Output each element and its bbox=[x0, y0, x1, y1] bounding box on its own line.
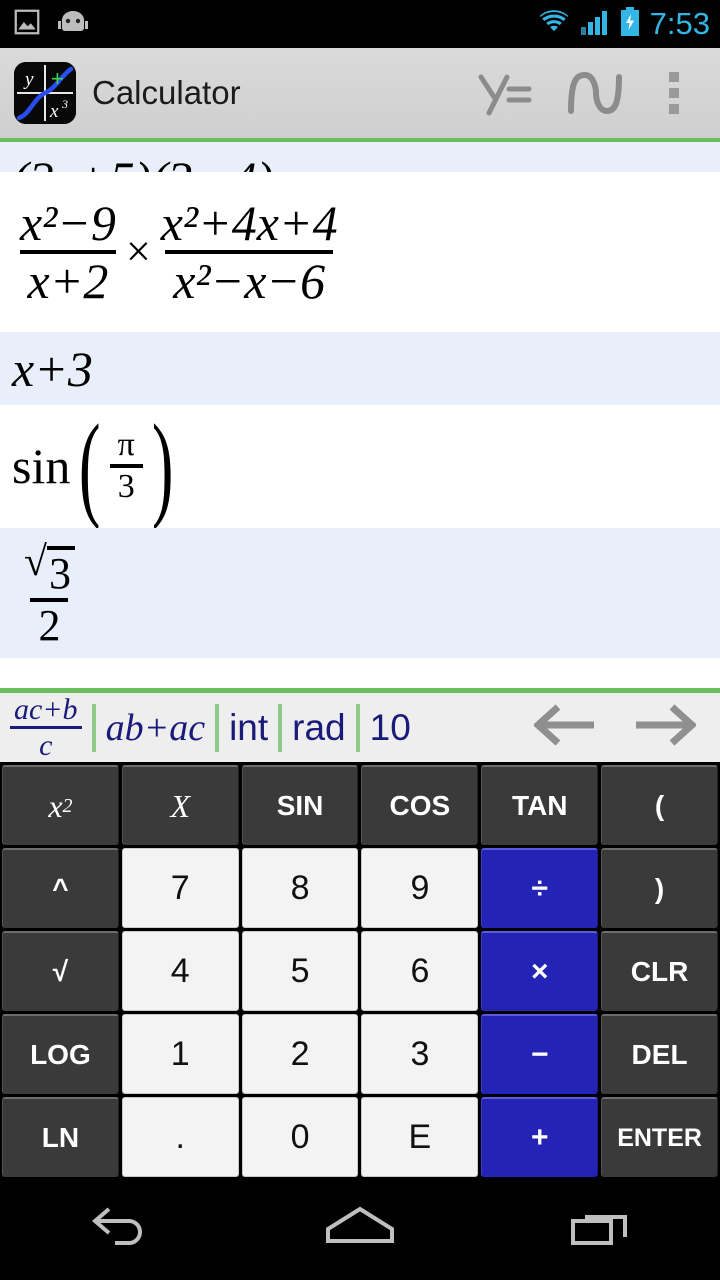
key-6[interactable]: 6 bbox=[361, 931, 479, 1011]
mode-separator bbox=[215, 703, 220, 752]
list-item[interactable]: √ 3 2 bbox=[0, 528, 720, 658]
image-icon bbox=[12, 7, 42, 42]
angle-mode-toggle[interactable]: rad bbox=[292, 707, 345, 749]
keypad-row: √ 4 5 6 × CLR bbox=[2, 931, 718, 1011]
key-minus[interactable]: − bbox=[481, 1014, 599, 1094]
status-bar: 7:53 bbox=[0, 0, 720, 48]
key-multiply[interactable]: × bbox=[481, 931, 599, 1011]
nav-back-button[interactable] bbox=[45, 1182, 195, 1270]
list-item[interactable]: x+3 bbox=[0, 332, 720, 405]
keypad-row: x2 X SIN COS TAN ( bbox=[2, 765, 718, 845]
mode-separator bbox=[91, 703, 96, 752]
key-plus[interactable]: + bbox=[481, 1097, 599, 1177]
list-item[interactable]: sin ( π 3 ) bbox=[0, 405, 720, 528]
key-power[interactable]: ^ bbox=[2, 848, 119, 928]
battery-charging-icon bbox=[619, 6, 641, 42]
key-9[interactable]: 9 bbox=[361, 848, 479, 928]
mode-separator bbox=[278, 703, 283, 752]
sqrt-denominator: 2 bbox=[30, 597, 69, 648]
key-open-paren[interactable]: ( bbox=[601, 765, 718, 845]
keypad-row: LOG 1 2 3 − DEL bbox=[2, 1014, 718, 1094]
arrow-right-icon[interactable] bbox=[632, 703, 698, 752]
signal-icon bbox=[580, 8, 610, 41]
expression-history-list[interactable]: (2x+5)(3x-4) x²−9 x+2 × x²+4x+4 x²−x−6 x… bbox=[0, 142, 720, 688]
key-sin[interactable]: SIN bbox=[241, 765, 359, 845]
key-close-paren[interactable]: ) bbox=[601, 848, 718, 928]
expression-text: (2x+5)(3x-4) bbox=[12, 154, 273, 172]
left-denominator: x+2 bbox=[19, 250, 117, 306]
key-7[interactable]: 7 bbox=[121, 848, 239, 928]
key-e[interactable]: E bbox=[361, 1097, 479, 1177]
right-denominator: x²−x−6 bbox=[165, 250, 334, 306]
result-sqrt-fraction: √ 3 2 bbox=[16, 539, 83, 648]
key-tan[interactable]: TAN bbox=[481, 765, 599, 845]
key-4[interactable]: 4 bbox=[121, 931, 239, 1011]
list-item[interactable]: x²−9 x+2 × x²+4x+4 x²−x−6 bbox=[0, 172, 720, 332]
close-paren-glyph: ) bbox=[151, 400, 174, 532]
key-5[interactable]: 5 bbox=[241, 931, 359, 1011]
graph-wave-icon[interactable] bbox=[550, 46, 642, 140]
y-equals-icon[interactable] bbox=[458, 46, 550, 140]
key-label: x bbox=[48, 787, 63, 824]
base-mode-toggle[interactable]: 10 bbox=[370, 707, 411, 749]
wifi-icon bbox=[536, 7, 572, 41]
nav-home-button[interactable] bbox=[285, 1182, 435, 1270]
key-x-squared[interactable]: x2 bbox=[2, 765, 119, 845]
result-text: x+3 bbox=[12, 340, 93, 397]
expand-mode-toggle[interactable]: ab+ac bbox=[106, 706, 206, 750]
right-numerator: x²+4x+4 bbox=[160, 195, 338, 251]
expression-fraction-product: x²−9 x+2 × x²+4x+4 x²−x−6 bbox=[12, 198, 346, 306]
keypad-row: ^ 7 8 9 ÷ ) bbox=[2, 848, 718, 928]
action-bar: y + x 3 Calculator bbox=[0, 48, 720, 142]
int-mode-toggle[interactable]: int bbox=[229, 707, 268, 749]
svg-text:y: y bbox=[23, 69, 34, 90]
fraction-mode-denominator: c bbox=[10, 726, 82, 762]
list-item[interactable]: (2x+5)(3x-4) bbox=[0, 142, 720, 172]
key-cos[interactable]: COS bbox=[361, 765, 479, 845]
key-clear[interactable]: CLR bbox=[601, 931, 718, 1011]
android-head-icon bbox=[56, 8, 90, 41]
key-decimal[interactable]: . bbox=[121, 1097, 239, 1177]
svg-text:x: x bbox=[49, 101, 59, 122]
left-numerator: x²−9 bbox=[20, 195, 116, 251]
overflow-menu-icon[interactable] bbox=[642, 46, 706, 140]
expression-sin: sin ( π 3 ) bbox=[12, 400, 182, 532]
key-3[interactable]: 3 bbox=[361, 1014, 479, 1094]
sqrt-numerator: √ 3 bbox=[16, 539, 83, 598]
key-divide[interactable]: ÷ bbox=[481, 848, 599, 928]
key-2[interactable]: 2 bbox=[241, 1014, 359, 1094]
mode-bar: ac+b c ab+ac int rad 10 bbox=[0, 688, 720, 762]
navigation-bar bbox=[0, 1182, 720, 1270]
key-ln[interactable]: LN bbox=[2, 1097, 119, 1177]
status-clock: 7:53 bbox=[649, 6, 710, 41]
key-delete[interactable]: DEL bbox=[601, 1014, 718, 1094]
svg-text:3: 3 bbox=[61, 97, 68, 111]
calculator-app-icon[interactable]: y + x 3 bbox=[14, 62, 76, 124]
keypad: x2 X SIN COS TAN ( ^ 7 8 9 ÷ ) √ 4 5 6 ×… bbox=[0, 762, 720, 1182]
page-title: Calculator bbox=[92, 74, 241, 111]
sin-arg-denominator: 3 bbox=[109, 464, 143, 504]
key-8[interactable]: 8 bbox=[241, 848, 359, 928]
sin-arg-numerator: π bbox=[117, 426, 135, 464]
nav-recents-button[interactable] bbox=[525, 1182, 675, 1270]
key-0[interactable]: 0 bbox=[241, 1097, 359, 1177]
key-sqrt[interactable]: √ bbox=[2, 931, 119, 1011]
key-enter[interactable]: ENTER bbox=[601, 1097, 718, 1177]
open-paren-glyph: ( bbox=[79, 400, 101, 532]
mode-separator bbox=[355, 703, 360, 752]
product-operator: × bbox=[125, 227, 151, 276]
arrow-left-icon[interactable] bbox=[532, 703, 598, 752]
sin-function-label: sin bbox=[12, 438, 71, 495]
fraction-mode-numerator: ac+b bbox=[14, 692, 78, 726]
radical-sign: √ bbox=[24, 538, 47, 585]
key-superscript: 2 bbox=[62, 794, 73, 817]
fraction-mode-toggle[interactable]: ac+b c bbox=[10, 692, 82, 762]
key-x[interactable]: X bbox=[121, 765, 239, 845]
svg-text:+: + bbox=[51, 66, 64, 91]
key-1[interactable]: 1 bbox=[121, 1014, 239, 1094]
key-log[interactable]: LOG bbox=[2, 1014, 119, 1094]
keypad-row: LN . 0 E + ENTER bbox=[2, 1097, 718, 1177]
radicand: 3 bbox=[46, 545, 75, 596]
